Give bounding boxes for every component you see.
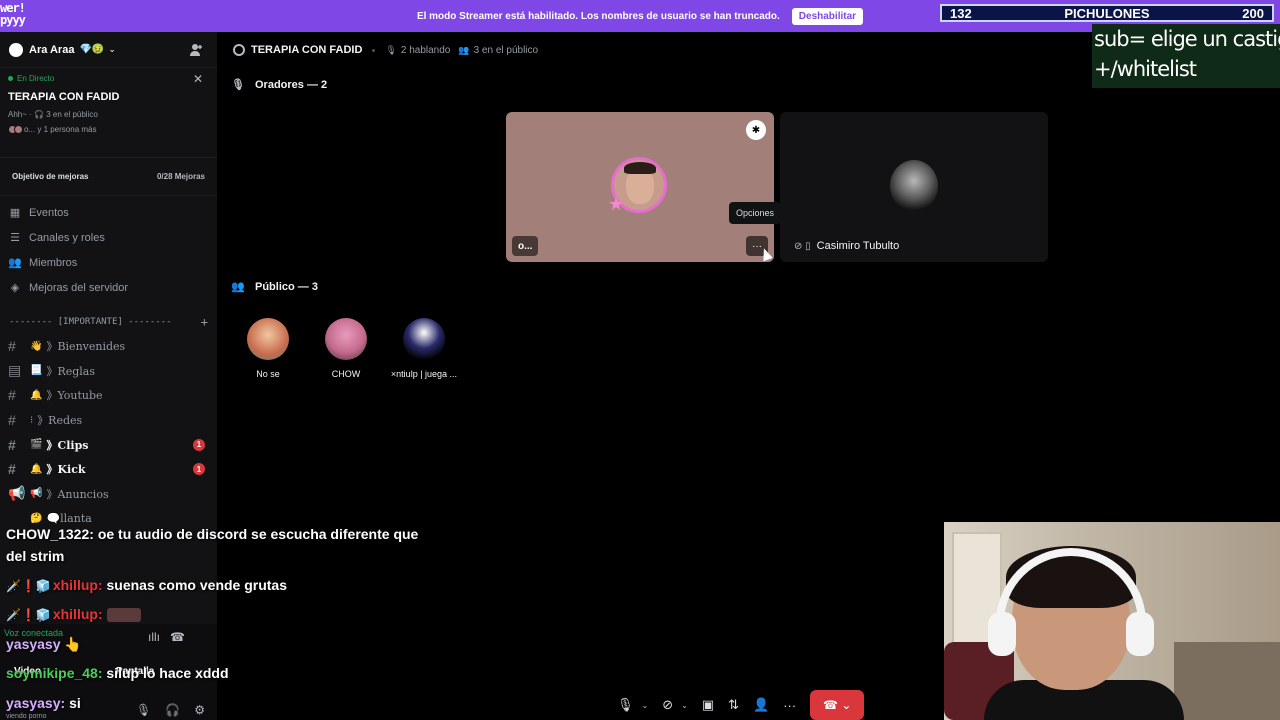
moderator-icon: ✱ <box>746 120 766 140</box>
server-name: Ara Araa <box>29 43 75 56</box>
speaker-tile[interactable]: ★ ✱ o... ··· <box>506 112 774 262</box>
audience-member[interactable]: No se <box>229 318 307 379</box>
star-decoration: ★ <box>608 194 625 214</box>
chat-badges-icon: 🗡️❗🧊 <box>6 579 51 593</box>
live-title: TERAPIA CON FADID <box>8 91 120 103</box>
audience-member[interactable]: CHOW <box>307 318 385 379</box>
speakers-heading: 🎙 Oradores — 2 <box>231 78 328 92</box>
muted-mic-icon: ⊘ ▯ <box>794 240 811 252</box>
mic-icon: 🎙 <box>231 79 245 91</box>
speaking-count: 🎙 2 hablando <box>385 44 451 56</box>
options-tooltip: Opciones <box>729 202 782 224</box>
unread-badge: 1 <box>193 463 205 476</box>
sidebar-item-events[interactable]: ▦ Eventos <box>0 200 217 225</box>
server-header[interactable]: Ara Araa 💎🤢 ⌄ <box>0 32 217 68</box>
boost-label: Objetivo de mejoras <box>12 172 89 181</box>
speaker-tile[interactable]: ⊘ ▯ Casimiro Tubulto <box>780 112 1048 262</box>
chat-message: yasyasy 👆 <box>6 636 82 652</box>
boost-count: 0/28 Mejoras <box>156 172 205 181</box>
stage-icon <box>233 44 245 56</box>
speaker-name: o... <box>512 236 539 256</box>
channel-item[interactable]: # 🔔 》Kick 1 <box>0 457 217 482</box>
avatar <box>403 318 445 360</box>
server-emoji: 💎🤢 <box>79 44 105 55</box>
screen-share-icon[interactable]: ▣ <box>702 697 714 713</box>
command-overlay: sub= elige un castigo +/whitelist <box>1092 24 1280 88</box>
channel-item[interactable]: # 👋 》Bienvenides <box>0 334 217 359</box>
more-icon[interactable]: ··· <box>783 698 796 713</box>
chat-message: 🗡️❗🧊 xhillup: suenas como vende grutas <box>6 577 288 593</box>
chat-emote <box>106 608 141 623</box>
category-important[interactable]: -------- [IMPORTANTE] -------- + <box>0 310 217 334</box>
audience-heading: 👥 Público — 3 <box>231 280 318 294</box>
chat-message: del strim <box>6 548 65 564</box>
mic-icon: 🎙 <box>385 44 397 55</box>
chat-message: 🗡️❗🧊 xhillup: <box>6 606 141 623</box>
score-left: 132 <box>950 5 972 21</box>
list-icon: ☰ <box>10 232 20 244</box>
call-controls: 🎙 ⌄ ⊘ ⌄ ▣ ⇅ 👤 ··· ☎ ⌄ <box>617 690 865 720</box>
channel-item[interactable]: 📢 📢 》Anuncios <box>0 482 217 507</box>
live-meta: Ahh~ · 🎧 3 en el público <box>8 110 98 119</box>
chevron-down-icon: ⌄ <box>108 44 116 54</box>
avatar <box>890 160 938 212</box>
webcam-feed <box>944 522 1280 720</box>
sidebar-item-boosts[interactable]: ◈ Mejoras del servidor <box>0 275 217 300</box>
calendar-icon: ▦ <box>9 207 21 219</box>
chat-message: yasyasy: si <box>6 695 81 711</box>
mic-icon[interactable]: 🎙 <box>136 703 151 717</box>
gear-icon[interactable]: ⚙ <box>194 703 205 717</box>
mic-toggle[interactable]: 🎙 ⌄ <box>617 697 648 713</box>
chat-message: CHOW_1322: oe tu audio de discord se esc… <box>6 526 419 542</box>
stage-header: TERAPIA CON FADID 🎙 2 hablando 👥 3 en el p… <box>217 32 1093 68</box>
live-tag: En Directo <box>8 74 209 83</box>
channel-item[interactable]: # 🔔 》Youtube <box>0 383 217 408</box>
chat-badges-icon: 🗡️❗🧊 <box>6 608 51 622</box>
close-icon[interactable]: ✕ <box>193 72 203 86</box>
channel-item[interactable]: # ⁝ 》Redes <box>0 408 217 433</box>
score-right: 200 <box>1242 5 1264 21</box>
leave-call-button[interactable]: ☎ ⌄ <box>810 690 865 720</box>
channel-list: # 👋 》Bienvenides ▤ 📃 》Reglas # 🔔 》Youtube # ⁝ 》R… <box>0 334 217 531</box>
boost-icon: ◈ <box>10 282 20 294</box>
boost-goal[interactable]: Objetivo de mejoras 0/28 Mejoras <box>0 158 217 196</box>
avatar <box>247 318 289 360</box>
sidebar-item-channels[interactable]: ☰ Canales y roles <box>0 225 217 250</box>
people-icon: 👥 <box>458 44 470 55</box>
speaker-label: ⊘ ▯ Casimiro Tubulto <box>794 240 899 252</box>
streamer-mode-message: El modo Streamer está habilitado. Los no… <box>416 10 780 22</box>
stage-title: TERAPIA CON FADID <box>251 44 363 56</box>
voice-controls[interactable]: ıllı ☎ <box>148 630 185 644</box>
camera-toggle[interactable]: ⊘ ⌄ <box>662 697 688 713</box>
audience-member[interactable]: ×ntiulp | juega ... <box>385 318 463 379</box>
speaker-name: Casimiro Tubulto <box>816 240 900 252</box>
headphones-icon[interactable]: 🎧 <box>165 703 180 717</box>
user-status: viendo porno <box>6 713 47 720</box>
scoreboard: 132 PICHULONES 200 <box>940 4 1274 22</box>
stream-logo: wer! pyyy <box>0 1 26 27</box>
channel-item[interactable]: # 🎬 》Clips 1 <box>0 432 217 457</box>
sidebar-item-members[interactable]: 👥 Miembros <box>0 250 217 275</box>
score-name: PICHULONES <box>1064 5 1150 21</box>
disable-streamer-button[interactable]: Deshabilitar <box>791 7 864 25</box>
avatar <box>325 318 367 360</box>
audience-count: 👥 3 en el público <box>458 44 539 56</box>
add-user-icon[interactable] <box>189 43 203 57</box>
chat-message: soymikipe_48: silup lo hace xddd <box>6 665 229 681</box>
live-stage-card[interactable]: En Directo ✕ TERAPIA CON FADID Ahh~ · 🎧 … <box>0 68 217 158</box>
invite-icon[interactable]: 👤 <box>753 697 769 713</box>
people-icon: 👥 <box>231 281 245 293</box>
members-icon: 👥 <box>8 257 22 269</box>
unread-badge: 1 <box>193 438 205 451</box>
user-controls: 🎙 🎧 ⚙ <box>136 703 205 717</box>
move-to-audience-icon[interactable]: ⇅ <box>728 697 739 713</box>
live-participants: o... y 1 persona más <box>8 125 209 134</box>
channel-item[interactable]: ▤ 📃 》Reglas <box>0 359 217 384</box>
server-icon <box>9 42 23 57</box>
